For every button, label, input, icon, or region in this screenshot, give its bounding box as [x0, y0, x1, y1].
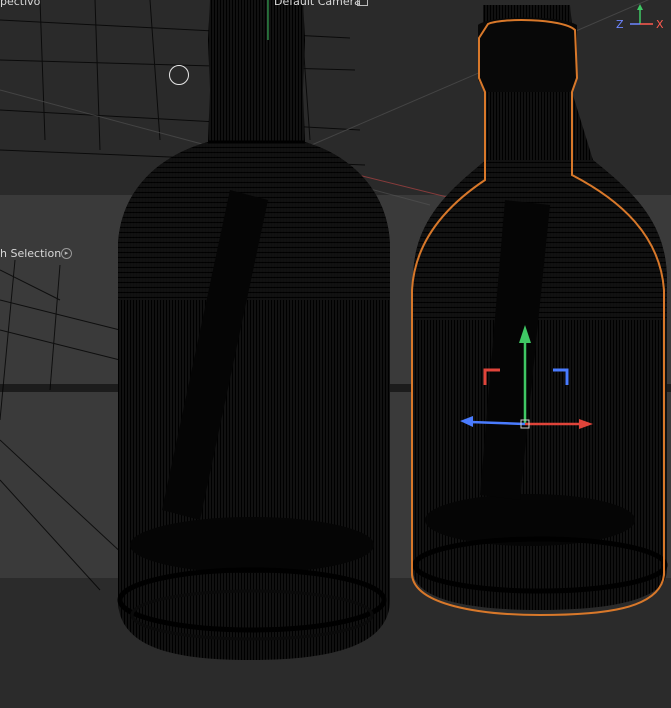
3d-viewport[interactable]: pectivo Default Camera h Selection ▸ Z X — [0, 0, 671, 708]
selection-label[interactable]: h Selection — [0, 247, 61, 260]
view-mode-label[interactable]: pectivo — [0, 0, 40, 8]
camera-icon[interactable] — [357, 0, 368, 6]
axis-z-label: Z — [616, 18, 624, 31]
cursor-circle-icon — [169, 65, 189, 85]
play-arrow-icon[interactable]: ▸ — [61, 248, 72, 259]
camera-label[interactable]: Default Camera — [274, 0, 361, 8]
scene-canvas[interactable] — [0, 0, 671, 708]
axis-x-label: X — [656, 18, 664, 31]
axis-indicator: Z X — [610, 4, 670, 38]
